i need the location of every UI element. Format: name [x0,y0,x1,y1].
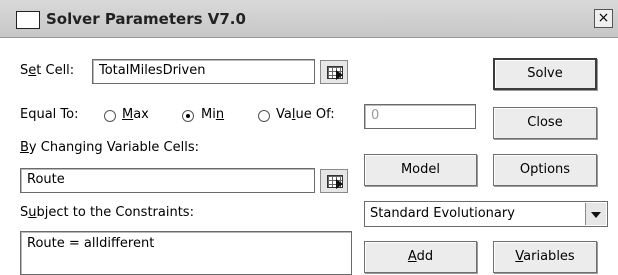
value-of-input[interactable]: 0 [364,104,476,129]
max-rest: ax [133,107,149,122]
changing-cells-input[interactable]: Route [20,168,315,193]
engine-select[interactable]: Standard Evolutionary [364,201,608,227]
window-title: Solver Parameters V7.0 [46,10,246,28]
changing-cells-label: By Changing Variable Cells: [20,140,199,155]
add-button[interactable]: Add [364,241,477,273]
model-button[interactable]: Model [364,154,477,186]
set-cell-reference-button[interactable] [320,60,348,84]
set-cell-label-rest: t Cell: [36,63,75,78]
changing-cells-accel: B [20,140,29,155]
value-of-radio-label: Value Of: [276,107,335,122]
set-cell-label: Set Cell: [20,63,74,78]
variables-rest: ariables [523,249,575,264]
options-button[interactable]: Options [493,154,597,186]
constraint-item[interactable]: Route = alldifferent [27,236,345,251]
value-of-rest: ue Of: [295,107,335,122]
solve-button[interactable]: Solve [493,58,597,90]
min-radio-label: Min [201,107,224,122]
arrow-right-icon [336,179,343,189]
value-of-radio[interactable] [258,110,270,122]
constraints-rest: bject to the Constraints: [36,205,194,220]
max-radio[interactable] [104,110,116,122]
max-accel: M [122,107,134,122]
constraints-label: Subject to the Constraints: [20,205,194,220]
window-icon [16,11,40,29]
variables-accel: V [515,249,524,264]
value-of-pre: Va [276,107,292,122]
add-accel: A [407,249,417,264]
add-rest: dd [416,249,434,264]
arrow-right-icon [336,70,343,80]
constraints-list[interactable]: Route = alldifferent [20,231,352,275]
constraints-accel: u [28,205,37,220]
changing-cells-reference-button[interactable] [320,169,348,193]
title-bar[interactable]: Solver Parameters V7.0 × [0,0,618,38]
max-radio-label: Max [122,107,149,122]
variables-button[interactable]: Variables [493,241,597,273]
chevron-down-icon[interactable] [585,203,606,225]
close-button[interactable]: Close [493,107,597,139]
changing-cells-rest: y Changing Variable Cells: [28,140,199,155]
set-cell-input[interactable]: TotalMilesDriven [92,59,315,84]
equal-to-label: Equal To: [20,107,79,122]
min-radio[interactable] [182,110,194,122]
engine-select-value: Standard Evolutionary [370,206,515,221]
min-pre: Mi [201,107,216,122]
close-icon[interactable]: × [594,9,613,28]
min-accel: n [215,107,225,122]
